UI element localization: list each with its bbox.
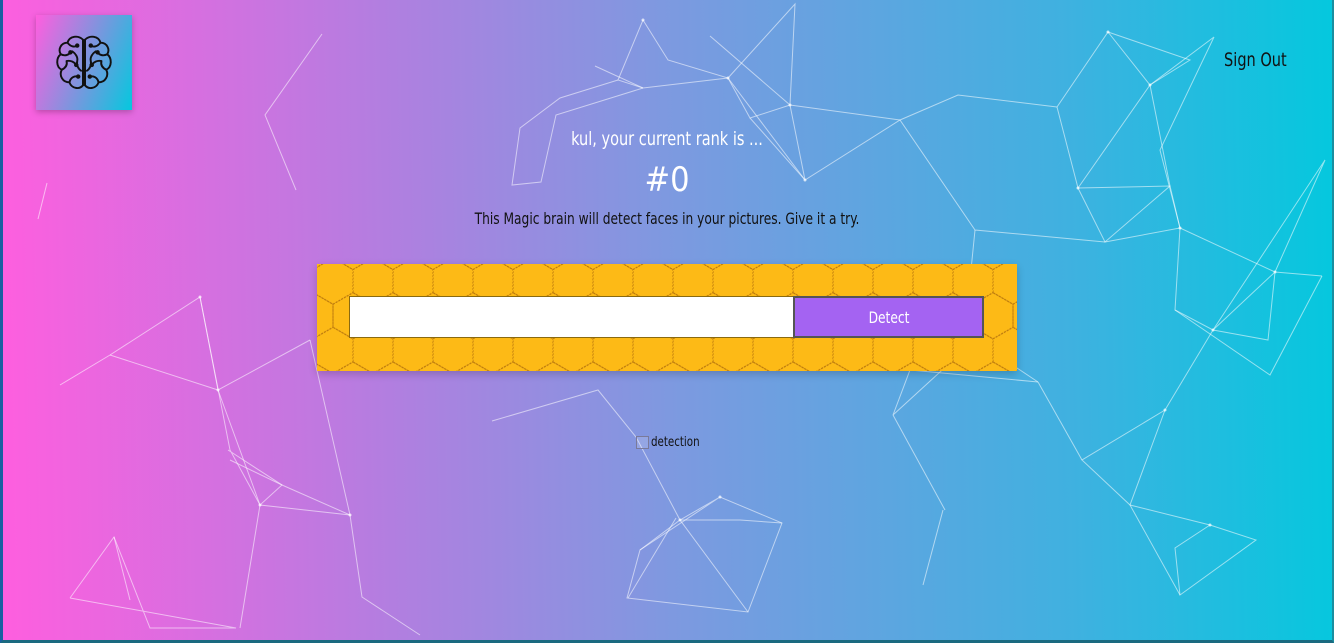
brain-icon <box>56 35 112 89</box>
detect-button[interactable]: Detect <box>793 296 984 338</box>
detection-result-image: detection <box>636 435 706 450</box>
logo <box>36 15 132 110</box>
rank-greeting: kul, your current rank is ... <box>571 128 763 150</box>
detect-button-label: Detect <box>868 307 909 327</box>
detection-image-alt: detection <box>651 435 700 450</box>
tagline: This Magic brain will detect faces in yo… <box>474 209 860 228</box>
image-url-input[interactable] <box>349 296 794 338</box>
broken-image-icon <box>636 436 649 449</box>
sign-out-link[interactable]: Sign Out <box>1224 49 1287 71</box>
image-link-form: Detect <box>317 264 1017 371</box>
rank-value: #0 <box>644 160 690 200</box>
